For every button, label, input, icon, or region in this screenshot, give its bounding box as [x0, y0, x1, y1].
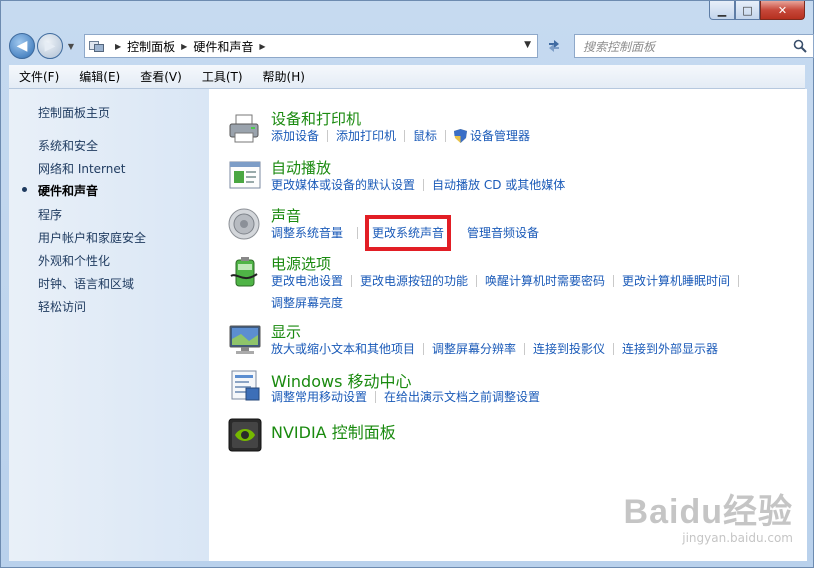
category-links: 更改媒体或设备的默认设置 自动播放 CD 或其他媒体	[271, 174, 791, 196]
divider	[476, 275, 478, 287]
divider	[445, 130, 447, 142]
watermark-logo-text: Baidu经验	[623, 493, 793, 531]
search-input[interactable]: 搜索控制面板	[574, 34, 814, 58]
refresh-icon[interactable]	[544, 34, 564, 58]
menu-view[interactable]: 查看(V)	[130, 68, 192, 85]
history-dropdown-icon[interactable]: ▼	[65, 42, 77, 51]
divider	[404, 130, 406, 142]
sidebar-item-ease-of-access[interactable]: 轻松访问	[38, 298, 86, 315]
breadcrumb-chevron-icon[interactable]: ▶	[259, 42, 265, 51]
divider	[375, 391, 377, 403]
link-add-printer[interactable]: 添加打印机	[336, 125, 396, 147]
link-text-size[interactable]: 放大或缩小文本和其他项目	[271, 338, 415, 360]
breadcrumb-hardware-sound[interactable]: 硬件和声音	[193, 38, 253, 55]
menu-help[interactable]: 帮助(H)	[253, 68, 315, 85]
link-mouse[interactable]: 鼠标	[413, 125, 437, 147]
control-panel-icon	[89, 39, 105, 53]
link-change-system-sounds[interactable]: 更改系统声音	[365, 215, 452, 251]
minimize-button[interactable]: ▁	[709, 1, 735, 20]
navigation-bar: ◀ ▶ ▼ ▶ 控制面板 ▶ 硬件和声音 ▶ ▼ 搜索控制面板	[9, 29, 814, 63]
sidebar-item-appearance[interactable]: 外观和个性化	[38, 252, 110, 269]
search-placeholder: 搜索控制面板	[583, 39, 656, 54]
breadcrumb-chevron-icon[interactable]: ▶	[115, 42, 121, 51]
speaker-icon	[228, 208, 260, 240]
active-bullet-icon	[22, 187, 27, 192]
close-button[interactable]: ✕	[760, 1, 805, 20]
link-autoplay-cd[interactable]: 自动播放 CD 或其他媒体	[432, 174, 565, 196]
link-device-manager[interactable]: 设备管理器	[454, 125, 530, 147]
maximize-button[interactable]: □	[735, 1, 760, 20]
link-change-battery-settings[interactable]: 更改电池设置	[271, 270, 343, 292]
divider	[454, 227, 455, 239]
watermark-url: jingyan.baidu.com	[682, 531, 793, 545]
category-links: 添加设备 添加打印机 鼠标 设备管理器	[271, 125, 791, 147]
divider	[327, 130, 329, 142]
link-device-manager-label: 设备管理器	[470, 129, 531, 143]
link-connect-projector[interactable]: 连接到投影仪	[533, 338, 605, 360]
autoplay-icon	[229, 161, 261, 189]
link-external-display[interactable]: 连接到外部显示器	[622, 338, 718, 360]
category-links: 放大或缩小文本和其他项目 调整屏幕分辨率 连接到投影仪 连接到外部显示器	[271, 338, 791, 360]
divider	[423, 179, 425, 191]
watermark: Baidu经验 jingyan.baidu.com	[624, 484, 793, 545]
link-screen-resolution[interactable]: 调整屏幕分辨率	[432, 338, 516, 360]
nvidia-icon	[228, 418, 262, 452]
battery-icon	[230, 257, 258, 287]
menu-file[interactable]: 文件(F)	[9, 68, 69, 85]
category-links: 调整系统音量 更改系统声音 管理音频设备	[271, 215, 791, 251]
sidebar-item-hardware-sound[interactable]: 硬件和声音	[38, 182, 98, 199]
link-adjust-volume[interactable]: 调整系统音量	[271, 222, 343, 244]
breadcrumb-control-panel[interactable]: 控制面板	[127, 38, 175, 55]
link-wake-password[interactable]: 唤醒计算机时需要密码	[485, 270, 605, 292]
category-title[interactable]: NVIDIA 控制面板	[271, 419, 396, 443]
link-manage-audio-devices[interactable]: 管理音频设备	[467, 222, 539, 244]
uac-shield-icon	[454, 129, 468, 143]
mobility-center-icon	[231, 370, 260, 401]
divider	[357, 227, 359, 239]
window-caption-buttons: ▁ □ ✕	[709, 1, 805, 20]
sidebar-item-system-security[interactable]: 系统和安全	[38, 137, 98, 154]
forward-button[interactable]: ▶	[37, 33, 63, 59]
link-change-media-defaults[interactable]: 更改媒体或设备的默认设置	[271, 174, 415, 196]
link-sleep-time[interactable]: 更改计算机睡眠时间	[622, 270, 730, 292]
divider	[613, 275, 615, 287]
menu-tools[interactable]: 工具(T)	[192, 68, 253, 85]
menu-bar: 文件(F) 编辑(E) 查看(V) 工具(T) 帮助(H)	[9, 65, 805, 89]
back-button[interactable]: ◀	[9, 33, 35, 59]
monitor-icon	[229, 325, 261, 354]
divider	[423, 343, 425, 355]
link-mobility-settings[interactable]: 调整常用移动设置	[271, 386, 367, 408]
sidebar-item-network[interactable]: 网络和 Internet	[38, 160, 125, 177]
sidebar-item-programs[interactable]: 程序	[38, 206, 62, 223]
link-power-button-function[interactable]: 更改电源按钮的功能	[360, 270, 468, 292]
main-content: 设备和打印机 添加设备 添加打印机 鼠标 设备管理器 自动播放 更改媒体或设备的…	[209, 89, 807, 561]
sidebar: 控制面板主页 系统和安全 网络和 Internet 硬件和声音 程序 用户帐户和…	[9, 89, 209, 561]
link-add-device[interactable]: 添加设备	[271, 125, 319, 147]
breadcrumb-chevron-icon[interactable]: ▶	[181, 42, 187, 51]
sidebar-item-home[interactable]: 控制面板主页	[38, 104, 110, 121]
search-icon[interactable]	[793, 39, 807, 53]
link-presentation-settings[interactable]: 在给出演示文档之前调整设置	[384, 386, 540, 408]
control-panel-window: ▁ □ ✕ ◀ ▶ ▼ ▶ 控制面板 ▶ 硬件和声音 ▶ ▼ 搜索控制面板 文件…	[0, 0, 814, 568]
menu-edit[interactable]: 编辑(E)	[69, 68, 130, 85]
category-links: 调整常用移动设置 在给出演示文档之前调整设置	[271, 386, 791, 408]
category-links: 更改电池设置 更改电源按钮的功能 唤醒计算机时需要密码 更改计算机睡眠时间 调整…	[271, 270, 791, 314]
sidebar-item-clock-region[interactable]: 时钟、语言和区域	[38, 275, 134, 292]
address-dropdown-icon[interactable]: ▼	[524, 40, 531, 50]
sidebar-item-user-accounts[interactable]: 用户帐户和家庭安全	[38, 229, 146, 246]
printer-icon	[229, 114, 259, 143]
divider	[613, 343, 615, 355]
divider	[738, 275, 740, 287]
address-bar[interactable]: ▶ 控制面板 ▶ 硬件和声音 ▶ ▼	[84, 34, 538, 58]
divider	[351, 275, 353, 287]
link-screen-brightness[interactable]: 调整屏幕亮度	[271, 292, 343, 314]
divider	[524, 343, 526, 355]
